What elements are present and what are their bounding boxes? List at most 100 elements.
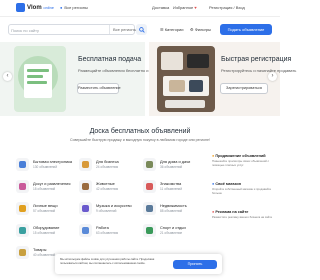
home-icon [143,158,156,171]
service-description: Повышайте просмотры своих объявлений с п… [212,159,269,167]
category-count: 21 объявление [160,231,183,235]
slide-register-button[interactable]: Зарегистрироваться [220,83,268,94]
nav-delivery-link[interactable]: Доставка [152,4,169,12]
category-item[interactable]: Знакомства 11 объявлений [143,180,203,194]
category-item[interactable]: Недвижимость 88 объявлений [143,202,203,216]
cookie-text: Мы используем файлы cookie для улучшения… [60,257,155,265]
filters-button[interactable]: ⚙ Фильтры [190,25,211,34]
category-count: 42 объявления [96,187,119,191]
region-label: Все регионы [64,5,88,10]
category-count: 15 объявлений [33,231,56,235]
slider-prev-button[interactable]: ‹ [3,72,12,81]
category-name: Для дома и дачи [160,159,191,164]
ads-icon: ● [212,210,215,214]
slide-title: Быстрая регистрация [221,56,292,63]
leisure-icon [16,180,29,193]
animals-icon [79,180,92,193]
chevron-right-icon: › [271,73,274,79]
sport-icon [143,224,156,237]
location-pin-icon: ● [60,5,63,10]
service-title: Продвижение объявлений [215,154,266,158]
slide-post-button[interactable]: Разместить объявление [77,83,121,94]
category-name: Личные вещи [33,203,58,208]
site-logo[interactable]: Vlom online [16,3,54,13]
menu-icon: ☰ [160,27,164,32]
logo-mark-icon [16,3,25,12]
category-count: 18 объявлений [33,187,56,191]
category-name: Музыка и искусство [96,203,132,208]
slide-title: Бесплатная подача [78,56,142,63]
goods-icon [16,246,29,259]
category-item[interactable]: Досуг и развлечения 18 объявлений [16,180,76,194]
page-subtitle: Совершайте быструю продажу и выгодную по… [70,138,210,142]
search-button[interactable] [136,24,147,35]
service-item[interactable]: ● Продвижение объявлений Повышайте просмо… [212,154,276,167]
category-name: Досуг и развлечения [33,181,71,186]
personal-items-icon [16,202,29,215]
electronics-icon [16,158,29,171]
service-item[interactable]: ● Реклама на сайте Разместите рекламу ваш… [212,210,276,220]
promo-slider: Бесплатная подача Размещайте объявления … [0,42,296,116]
promo-slide-registration: Быстрая регистрация Регистрируйтесь и на… [149,42,296,116]
shop-icon: ● [212,182,215,186]
search-bar: Все регионы ▾ [8,24,140,35]
category-name: Работа [96,225,109,230]
region-selector[interactable]: ● Все регионы [60,4,88,12]
job-icon [79,224,92,237]
music-icon [79,202,92,215]
category-name: Спорт и отдых [160,225,187,230]
slide-illustration [14,46,66,112]
category-item[interactable]: Для дома и дачи 36 объявлений [143,158,203,172]
category-item[interactable]: Музыка и искусство 9 объявлений [79,202,139,216]
category-count: 57 объявлений [33,209,56,213]
category-count: 24 объявления [96,165,119,169]
heart-icon: ♥ [194,5,197,10]
category-count: 130 объявлений [33,165,57,169]
page-title: Доска бесплатных объявлений [89,128,191,135]
logo-suffix: online [43,5,55,10]
category-name: Знакомства [160,181,182,186]
service-description: Откройте собственный магазин и продавайт… [212,187,272,195]
cookie-banner: Мы используем файлы cookie для улучшения… [55,254,222,274]
realty-icon [143,202,156,215]
category-item[interactable]: Для бизнеса 24 объявления [79,158,139,172]
service-title: Своё магазин [215,182,241,186]
slide-description: Регистрируйтесь и начинайте продавать [221,68,297,73]
search-region-select[interactable]: Все регионы ▾ [109,25,140,34]
slider-next-button[interactable]: › [268,72,277,81]
post-ad-button[interactable]: Подать объявление [220,24,272,35]
category-name: Бытовая электроника [33,159,73,164]
category-item[interactable]: Личные вещи 57 объявлений [16,202,76,216]
category-count: 36 объявлений [160,165,183,169]
category-item[interactable]: Бытовая электроника 130 объявлений [16,158,76,172]
category-name: Животные [96,181,115,186]
cookie-accept-button[interactable]: Принять [173,260,217,269]
category-count: 40 объявлений [33,253,56,257]
service-item[interactable]: ● Своё магазин Откройте собственный магаз… [212,182,276,195]
dating-icon [143,180,156,193]
category-count: 63 объявления [96,231,119,235]
category-count: 9 объявлений [96,209,117,213]
equipment-icon [16,224,29,237]
nav-login-link[interactable]: Регистрация / Вход [209,4,245,12]
category-item[interactable]: Животные 42 объявления [79,180,139,194]
business-icon [79,158,92,171]
category-item[interactable]: Спорт и отдых 21 объявление [143,224,203,238]
search-input[interactable] [11,26,109,34]
promo-slide-free-posting: Бесплатная подача Размещайте объявления … [0,42,163,116]
category-item[interactable]: Оборудование 15 объявлений [16,224,76,238]
nav-favorites-link[interactable]: Избранное ♥ [173,4,197,12]
site-header: Vlom online ● Все регионы Доставка Избран… [0,0,280,17]
category-count: 11 объявлений [160,187,182,191]
promo-icon: ● [212,154,215,158]
logo-name: Vlom [27,5,42,11]
category-item[interactable]: Работа 63 объявления [79,224,139,238]
category-count: 88 объявлений [160,209,183,213]
chevron-left-icon: ‹ [6,73,9,79]
category-name: Недвижимость [160,203,187,208]
filter-icon: ⚙ [190,27,194,32]
category-name: Оборудование [33,225,60,230]
search-icon [138,26,145,33]
service-title: Реклама на сайте [215,210,249,214]
categories-button[interactable]: ☰ Категории [160,25,184,34]
